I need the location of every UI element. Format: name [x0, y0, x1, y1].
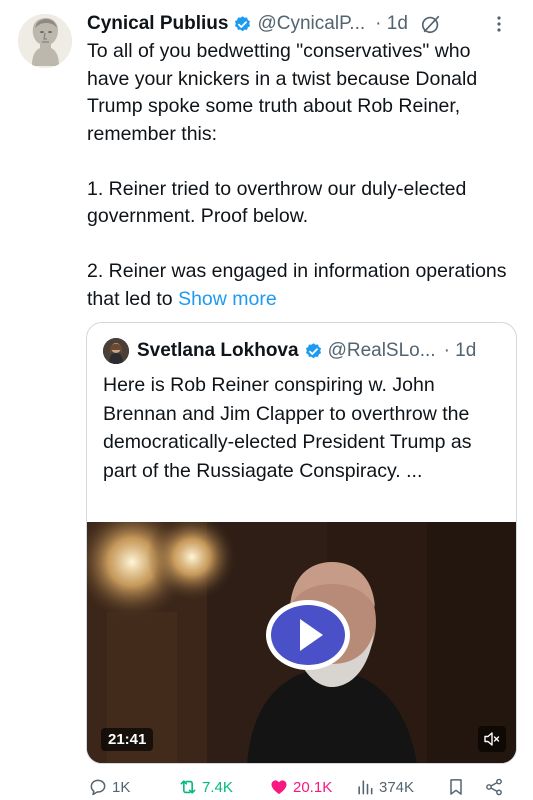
views-count: 374K: [379, 778, 415, 796]
quoted-author-avatar[interactable]: [103, 338, 129, 364]
mute-button[interactable]: [478, 726, 506, 752]
verified-badge-icon: [235, 15, 251, 31]
more-options-icon[interactable]: [489, 14, 509, 34]
bookmark-icon: [450, 779, 462, 795]
tweet-paragraph: To all of you bedwetting "conservatives"…: [87, 40, 478, 145]
reply-count: 1K: [112, 778, 131, 796]
analytics-icon: [358, 780, 373, 795]
repost-count: 7.4K: [202, 778, 233, 796]
quoted-author-handle: @RealSLo...: [327, 340, 436, 361]
repost-button[interactable]: 7.4K: [178, 777, 233, 797]
grok-icon[interactable]: [420, 13, 442, 35]
share-icon: [486, 778, 502, 796]
author-handle[interactable]: @CynicalP...: [257, 13, 365, 35]
repost-icon: [180, 780, 196, 794]
like-count: 20.1K: [293, 778, 333, 796]
bookmark-button[interactable]: [446, 777, 466, 797]
action-bar: 1K 7.4K 20.1K 374K: [86, 774, 516, 800]
reply-icon: [90, 779, 106, 796]
verified-badge-icon: [305, 342, 321, 358]
author-avatar[interactable]: [18, 14, 72, 68]
reply-button[interactable]: 1K: [88, 777, 130, 797]
views-button[interactable]: 374K: [355, 777, 414, 797]
quoted-author-name: Svetlana Lokhova: [137, 340, 299, 361]
quoted-tweet-timestamp: · 1d: [443, 340, 477, 361]
author-name[interactable]: Cynical Publius: [87, 13, 228, 35]
tweet-timestamp[interactable]: · 1d: [375, 13, 408, 35]
video-duration: 21:41: [101, 728, 154, 751]
muted-speaker-icon: [484, 732, 500, 746]
like-button[interactable]: 20.1K: [269, 777, 332, 797]
play-icon[interactable]: [265, 599, 351, 671]
tweet-paragraph: 1. Reiner tried to overthrow our duly-el…: [87, 177, 467, 228]
heart-icon: [271, 780, 287, 795]
show-more-link[interactable]: Show more: [178, 288, 277, 310]
quoted-tweet-text: Here is Rob Reiner conspiring w. John Br…: [103, 374, 472, 482]
tweet-paragraph-text: 2. Reiner was engaged in information ope…: [87, 260, 507, 310]
tweet-text: To all of you bedwetting "conservatives"…: [87, 38, 517, 313]
tweet-paragraph: 2. Reiner was engaged in information ope…: [87, 258, 517, 313]
quoted-tweet-header: Svetlana Lokhova @RealSLo... · 1d: [103, 338, 476, 364]
tweet-header: Cynical Publius @CynicalP... · 1d: [87, 10, 517, 38]
quoted-tweet[interactable]: Svetlana Lokhova @RealSLo... · 1d Here i…: [86, 322, 517, 764]
share-button[interactable]: [484, 777, 504, 797]
video-player[interactable]: 21:41: [87, 522, 516, 763]
